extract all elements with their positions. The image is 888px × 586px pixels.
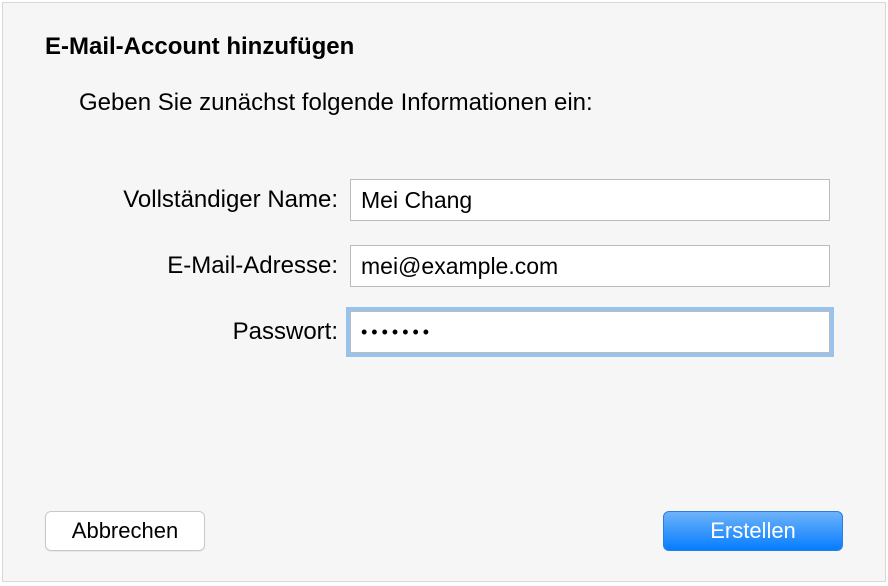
password-row: Passwort:: [45, 311, 843, 353]
dialog-title: E-Mail-Account hinzufügen: [45, 33, 843, 61]
email-label: E-Mail-Adresse:: [45, 252, 350, 280]
fullname-label: Vollständiger Name:: [45, 186, 350, 214]
fullname-row: Vollständiger Name:: [45, 179, 843, 221]
add-email-account-dialog: E-Mail-Account hinzufügen Geben Sie zunä…: [2, 2, 886, 582]
email-input[interactable]: [350, 245, 830, 287]
fullname-input[interactable]: [350, 179, 830, 221]
button-row: Abbrechen Erstellen: [45, 511, 843, 551]
dialog-instruction: Geben Sie zunächst folgende Informatione…: [79, 89, 843, 117]
password-input[interactable]: [350, 311, 830, 353]
cancel-button[interactable]: Abbrechen: [45, 511, 205, 551]
password-label: Passwort:: [45, 318, 350, 346]
create-button[interactable]: Erstellen: [663, 511, 843, 551]
email-row: E-Mail-Adresse:: [45, 245, 843, 287]
